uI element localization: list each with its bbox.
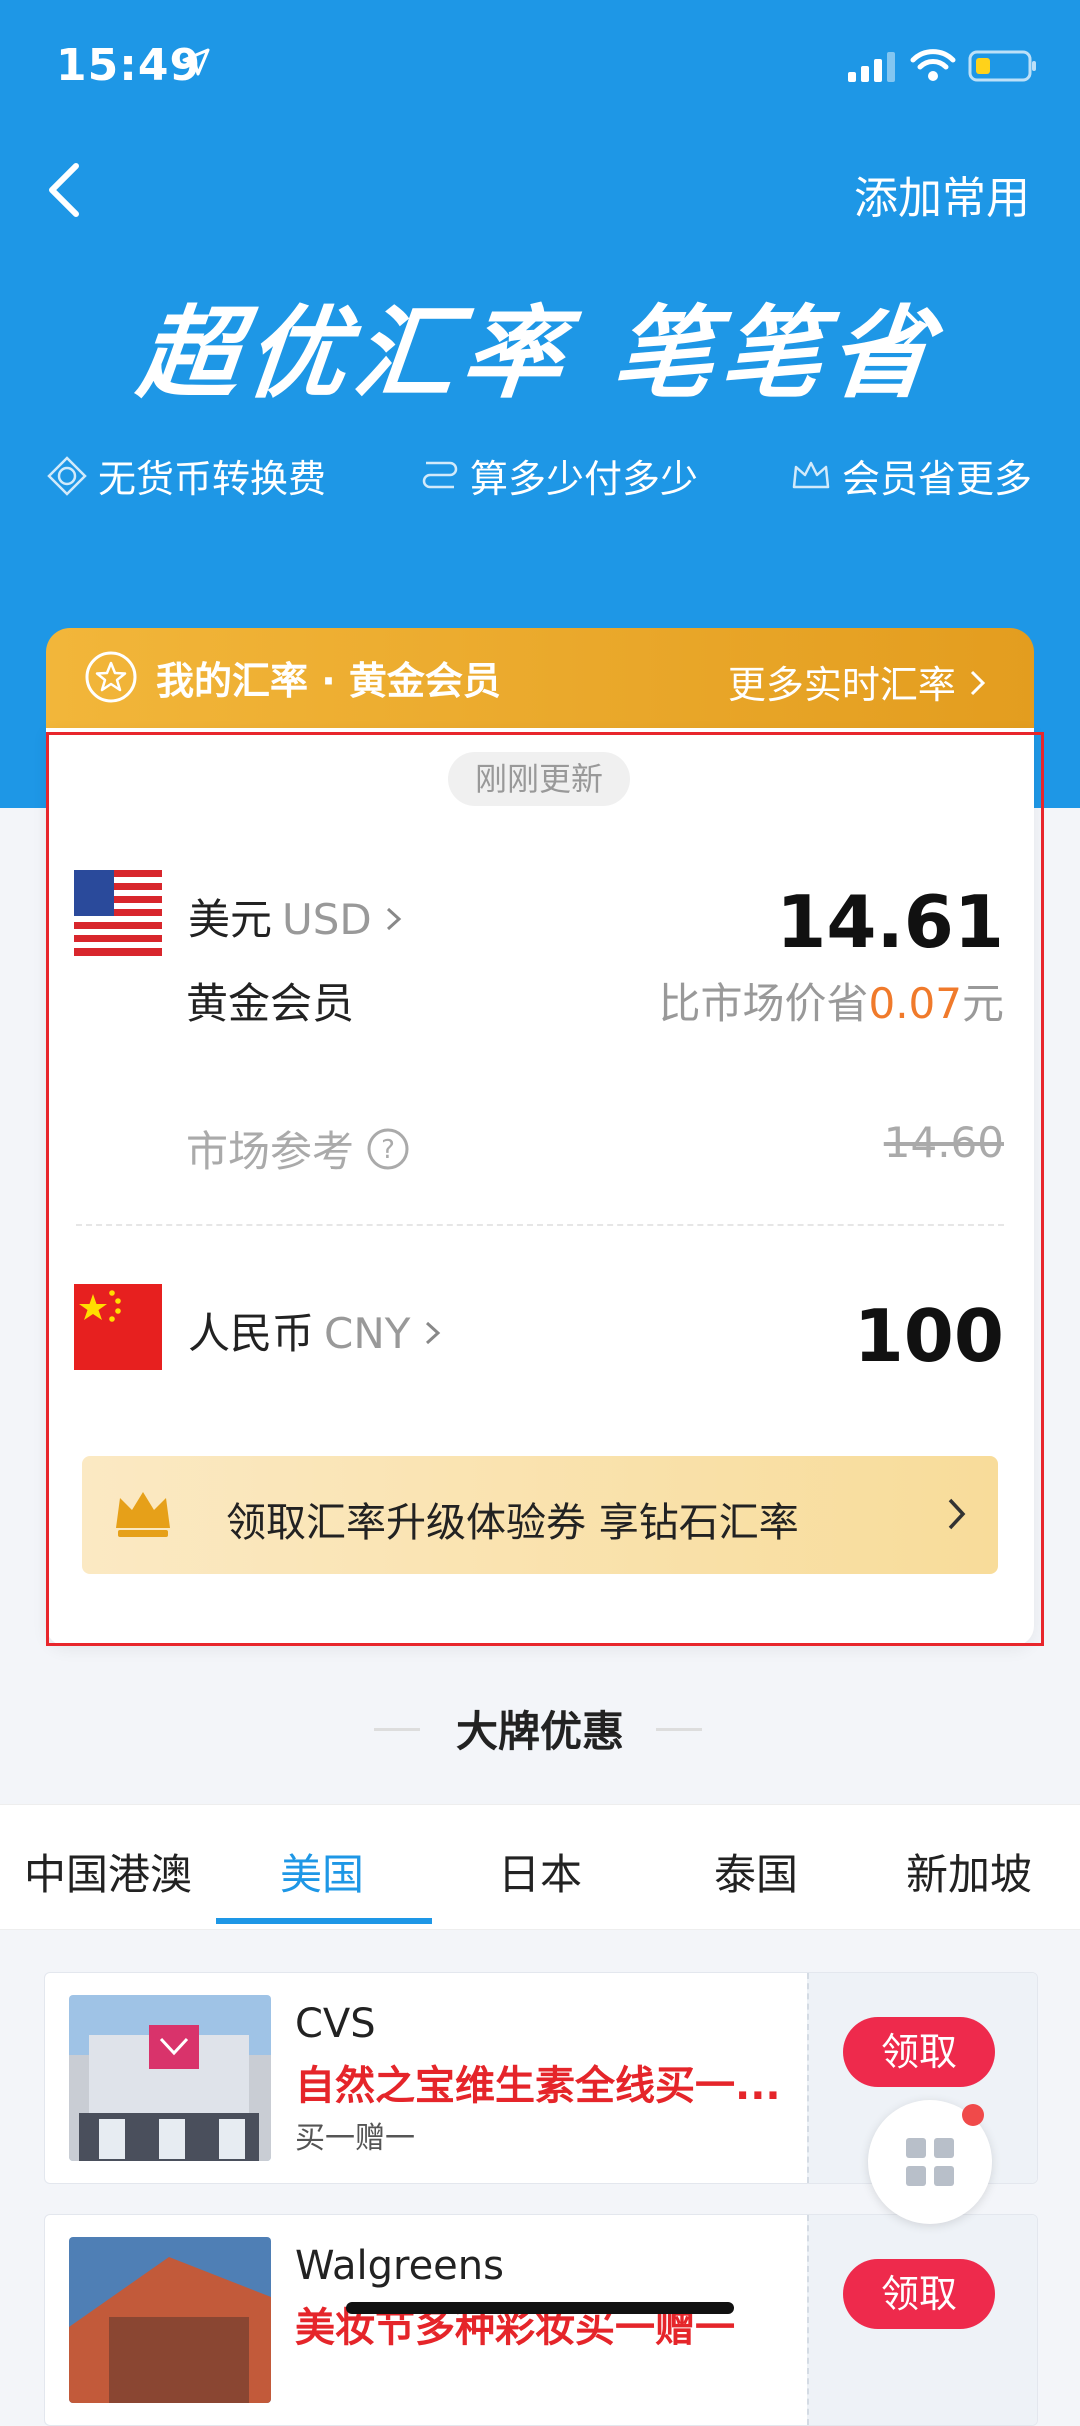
add-common-button[interactable]: 添加常用 bbox=[854, 162, 1030, 226]
update-status-badge: 刚刚更新 bbox=[448, 752, 630, 806]
wifi-icon bbox=[910, 49, 956, 81]
tab-hk-macau[interactable]: 中国港澳 bbox=[24, 1841, 192, 1902]
tab-japan[interactable]: 日本 bbox=[498, 1841, 582, 1902]
store-photo bbox=[69, 1995, 271, 2161]
coupon-text: 领取汇率升级体验券 享钻石汇率 bbox=[226, 1500, 799, 1546]
cn-flag-icon bbox=[74, 1284, 162, 1370]
store-photo bbox=[69, 2237, 271, 2403]
more-rates-label: 更多实时汇率 bbox=[727, 663, 956, 707]
promo-subtext: 买一赠一 bbox=[295, 2121, 415, 2156]
rate-card-header: 我的汇率 · 黄金会员 更多实时汇率 bbox=[46, 628, 1034, 730]
question-icon[interactable]: ? bbox=[366, 1127, 410, 1171]
chevron-right-icon[interactable] bbox=[900, 306, 928, 350]
chevron-right-icon bbox=[387, 907, 402, 931]
signal-icon bbox=[848, 52, 895, 82]
chevron-right-icon bbox=[948, 1498, 966, 1530]
claim-button[interactable]: 领取 bbox=[843, 2017, 995, 2087]
chevron-right-icon bbox=[970, 670, 986, 696]
section-title: 大牌优惠 bbox=[455, 1707, 624, 1756]
savings-amount: 0.07 bbox=[868, 979, 962, 1028]
savings-suffix: 元 bbox=[961, 979, 1004, 1028]
currency-code: USD bbox=[282, 895, 372, 944]
country-tabs: 中国港澳 美国 日本 泰国 新加坡 bbox=[0, 1804, 1080, 1930]
deal-card[interactable]: Walgreens 美妆节多种彩妆买一赠一 领取 bbox=[44, 2214, 1038, 2426]
crown-icon bbox=[116, 1492, 170, 1537]
us-flag-icon bbox=[74, 870, 162, 956]
usd-amount[interactable]: 14.61 bbox=[776, 880, 1004, 964]
svg-text:?: ? bbox=[381, 1135, 395, 1165]
feature-label: 算多少付多少 bbox=[470, 457, 699, 501]
currency-name: 美元 bbox=[188, 895, 273, 944]
savings-prefix: 比市场价省 bbox=[658, 979, 869, 1028]
tab-singapore[interactable]: 新加坡 bbox=[906, 1841, 1032, 1902]
usd-currency-selector[interactable]: 美元 USD bbox=[188, 886, 403, 947]
rate-card-title: 我的汇率 · 黄金会员 bbox=[156, 659, 501, 703]
divider bbox=[76, 1224, 1004, 1226]
feature-item: 算多少付多少 bbox=[418, 448, 698, 503]
battery-icon bbox=[968, 50, 1036, 82]
feature-item: 无货币转换费 bbox=[46, 448, 326, 503]
status-time: 15:49 bbox=[56, 40, 202, 91]
feature-label: 会员省更多 bbox=[842, 457, 1033, 501]
chevron-right-icon bbox=[425, 1321, 441, 1345]
store-name: CVS bbox=[295, 2001, 376, 2047]
store-name: Walgreens bbox=[295, 2243, 504, 2289]
more-rates-link[interactable]: 更多实时汇率 bbox=[728, 654, 988, 709]
tab-thailand[interactable]: 泰国 bbox=[714, 1841, 798, 1902]
cny-amount[interactable]: 100 bbox=[854, 1294, 1004, 1378]
claim-button[interactable]: 领取 bbox=[843, 2259, 995, 2329]
savings-text: 比市场价省0.07元 bbox=[658, 970, 1004, 1031]
market-reference-value: 14.60 bbox=[883, 1118, 1004, 1167]
deal-action-area: 领取 bbox=[807, 2215, 1037, 2425]
star-badge-icon bbox=[85, 651, 137, 703]
divider bbox=[656, 1728, 702, 1731]
exchange-icon bbox=[47, 455, 87, 496]
status-bar: 15:49 bbox=[0, 0, 1080, 130]
promo-text: 自然之宝维生素全线买一... bbox=[295, 2063, 781, 2109]
currency-name: 人民币 bbox=[188, 1309, 315, 1358]
feature-label: 无货币转换费 bbox=[98, 457, 327, 501]
feature-item: 会员省更多 bbox=[790, 448, 1032, 503]
notification-dot bbox=[962, 2104, 984, 2126]
back-icon[interactable] bbox=[40, 160, 90, 220]
feature-list: 无货币转换费 算多少付多少 会员省更多 bbox=[0, 448, 1080, 508]
currency-code: CNY bbox=[324, 1309, 411, 1358]
crown-icon bbox=[792, 461, 830, 488]
cny-currency-selector[interactable]: 人民币 CNY bbox=[188, 1300, 442, 1361]
home-indicator[interactable] bbox=[346, 2302, 734, 2314]
promo-banner-title[interactable]: 超优汇率 笔笔省 bbox=[132, 272, 946, 417]
tab-usa[interactable]: 美国 bbox=[280, 1841, 364, 1902]
member-level-label: 黄金会员 bbox=[186, 979, 355, 1028]
market-reference-label: 市场参考 bbox=[186, 1127, 355, 1176]
market-reference: 市场参考 ? bbox=[186, 1118, 410, 1179]
calc-icon bbox=[422, 461, 458, 488]
active-tab-indicator bbox=[216, 1918, 432, 1924]
upgrade-coupon-banner[interactable]: 领取汇率升级体验券 享钻石汇率 bbox=[82, 1456, 998, 1574]
location-arrow-icon bbox=[182, 48, 210, 76]
